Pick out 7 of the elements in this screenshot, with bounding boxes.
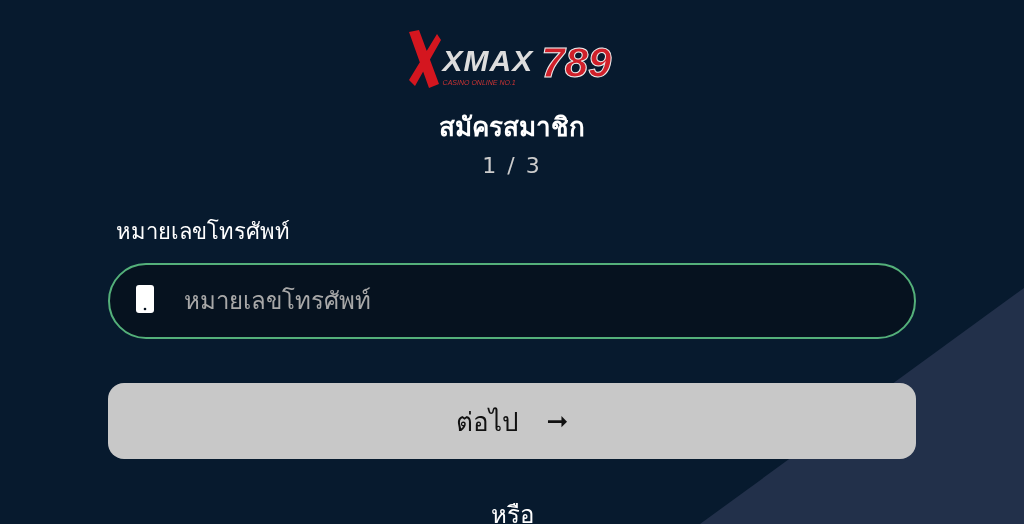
- phone-field[interactable]: หมายเลขโทรศัพท์: [108, 263, 916, 339]
- page-title: สมัครสมาชิก: [439, 111, 585, 144]
- next-button[interactable]: ต่อไป ➞: [108, 383, 916, 459]
- field-label: หมายเลขโทรศัพท์: [116, 218, 291, 246]
- divider-text: หรือ: [490, 500, 534, 524]
- phone-icon: [136, 285, 154, 313]
- step-indicator: 1 / 3: [482, 153, 542, 178]
